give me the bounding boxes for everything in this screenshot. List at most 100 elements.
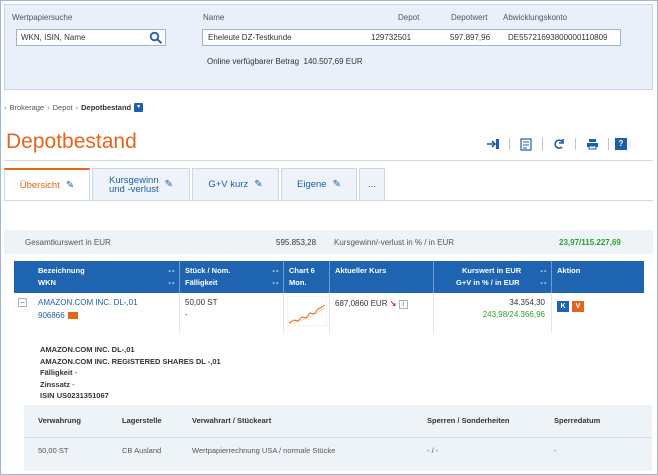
- toolbar-divider: [542, 138, 543, 150]
- col-chart-label-2: Mon.: [289, 278, 307, 287]
- export-csv-icon[interactable]: [516, 136, 536, 152]
- col-gv-label: G+V in % / in EUR: [456, 278, 520, 287]
- sort-icon[interactable]: - -: [272, 266, 278, 275]
- chevron-right-icon: ›: [4, 103, 7, 112]
- breadcrumb-current: Depotbestand: [81, 103, 132, 112]
- tab-uebersicht[interactable]: Übersicht ✎: [4, 168, 90, 200]
- gv-label: Kursgewinn/-verlust in % / in EUR: [334, 238, 455, 247]
- pencil-icon[interactable]: ✎: [66, 180, 74, 191]
- security-name-link[interactable]: AMAZON.COM INC. DL-,01: [38, 298, 138, 307]
- account-selector[interactable]: Eheleute DZ-Testkunde 129732501 597.897,…: [202, 29, 621, 46]
- custody-lagerstelle: CB Ausland: [122, 446, 162, 455]
- title-divider: [4, 160, 653, 161]
- chevron-right-icon: ›: [47, 103, 50, 112]
- detail-interest-label: Zinssatz: [40, 379, 71, 389]
- page-toolbar: ?: [483, 135, 627, 153]
- maturity: -: [185, 310, 188, 319]
- toolbar-divider: [509, 138, 510, 150]
- toolbar-divider: [575, 138, 576, 150]
- collapse-icon[interactable]: −: [18, 298, 27, 307]
- available-value: 140.507,69 EUR: [303, 57, 363, 66]
- col-chart-label: Chart 6: [289, 266, 315, 275]
- tab-more[interactable]: ...: [359, 168, 385, 200]
- detail-full-name: AMAZON.COM INC. REGISTERED SHARES DL -,0…: [40, 356, 221, 366]
- dropdown-icon[interactable]: ▾: [134, 103, 144, 112]
- pencil-icon[interactable]: ✎: [165, 179, 173, 190]
- tab-label: Eigene: [297, 179, 327, 190]
- settlement-account: DE55721693800000110809: [508, 33, 608, 42]
- breadcrumb: › Brokerage › Depot › Depotbestand ▾: [4, 103, 144, 112]
- tab-kursgewinn[interactable]: Kursgewinn und -verlust ✎: [92, 168, 190, 200]
- mini-price-chart[interactable]: [287, 296, 327, 326]
- breadcrumb-depot[interactable]: Depot: [53, 103, 73, 112]
- tab-label: Übersicht: [19, 179, 60, 191]
- custody-header-lagerstelle: Lagerstelle: [122, 416, 162, 425]
- custody-header-sperrdatum: Sperredatum: [554, 416, 601, 425]
- sort-icon[interactable]: - -: [540, 278, 546, 287]
- col-stueck[interactable]: Stück / Nom. Fälligkeit - - - -: [180, 261, 284, 293]
- depot-value: 597.897,96: [450, 33, 491, 42]
- tab-eigene[interactable]: Eigene ✎: [281, 168, 357, 200]
- custody-divider: [24, 437, 652, 438]
- sort-icon[interactable]: - -: [272, 278, 278, 287]
- detail-isin-label: ISIN: [40, 391, 55, 400]
- search-icon[interactable]: [149, 31, 163, 44]
- col-aktion: Aktion: [552, 261, 644, 293]
- buy-button[interactable]: K: [557, 301, 569, 312]
- depotwert-label: Depotwert: [451, 13, 488, 22]
- tab-label: Kursgewinn und -verlust: [109, 175, 159, 194]
- col-kurswert[interactable]: Kurswert in EUR G+V in % / in EUR - - - …: [434, 261, 552, 293]
- tab-gv-kurz[interactable]: G+V kurz ✎: [192, 168, 279, 200]
- view-tabs: Übersicht ✎ Kursgewinn und -verlust ✎ G+…: [4, 168, 387, 200]
- cell-bezeichnung: − AMAZON.COM INC. DL-,01 906866: [14, 293, 180, 333]
- settlement-account-label: Abwicklungskonto: [503, 13, 568, 22]
- col-bezeichnung[interactable]: Bezeichnung WKN - - - -: [14, 261, 180, 293]
- col-faelligkeit-label: Fälligkeit: [185, 278, 218, 287]
- current-price: 687,0860 EUR: [335, 299, 388, 308]
- transfer-icon[interactable]: [483, 136, 503, 152]
- account-name: Eheleute DZ-Testkunde: [208, 33, 292, 42]
- depot-label: Depot: [398, 13, 420, 22]
- custody-sperrdatum: -: [554, 446, 557, 455]
- news-icon[interactable]: [67, 312, 78, 320]
- print-icon[interactable]: [582, 136, 602, 152]
- sort-icon[interactable]: - -: [168, 278, 174, 287]
- col-kurs-label: Aktueller Kurs: [335, 266, 387, 275]
- custody-table: Verwahrung Lagerstelle Verwahrart / Stüc…: [24, 405, 652, 471]
- search-input[interactable]: [17, 30, 145, 45]
- pencil-icon[interactable]: ✎: [254, 179, 262, 190]
- search-label: Wertpapiersuche: [12, 13, 73, 22]
- market-value: 34.354,30: [509, 298, 545, 307]
- toolbar-divider: [608, 138, 609, 150]
- total-label: Gesamtkurswert in EUR: [25, 238, 111, 247]
- tab-label: G+V kurz: [208, 179, 249, 190]
- help-icon[interactable]: ?: [615, 138, 627, 150]
- col-kurswert-label: Kurswert in EUR: [462, 266, 522, 275]
- col-kurs: Aktueller Kurs: [330, 261, 434, 293]
- depot-number: 129732501: [371, 33, 412, 42]
- tab-label: ...: [368, 179, 376, 190]
- col-chart: Chart 6 Mon.: [284, 261, 330, 293]
- page-title: Depotbestand: [6, 130, 137, 153]
- account-header-panel: Wertpapiersuche Name Depot Depotwert Abw…: [4, 4, 653, 90]
- security-search[interactable]: [16, 29, 166, 46]
- refresh-icon[interactable]: [549, 136, 569, 152]
- trend-down-icon: ↘: [389, 299, 397, 308]
- available-label: Online verfügbarer Betrag: [207, 57, 300, 66]
- sort-icon[interactable]: - -: [168, 266, 174, 275]
- sort-icon[interactable]: - -: [540, 266, 546, 275]
- chevron-right-icon: ›: [75, 103, 79, 112]
- sell-button[interactable]: V: [572, 301, 584, 312]
- portfolio-total-row: Gesamtkurswert in EUR 595.853,28 Kursgew…: [4, 230, 653, 254]
- pencil-icon[interactable]: ✎: [333, 179, 341, 190]
- custody-verwahrart: Wertpapierrechnung USA / normale Stücke: [192, 446, 336, 455]
- gain-loss: 243,98/24.366,96: [482, 310, 545, 319]
- custody-header-verwahrart: Verwahrart / Stückeart: [192, 416, 272, 425]
- breadcrumb-brokerage[interactable]: Brokerage: [10, 103, 45, 112]
- wkn-link[interactable]: 906866: [38, 311, 65, 320]
- security-details: AMAZON.COM INC. DL-,01 AMAZON.COM INC. R…: [40, 345, 221, 403]
- custody-verwahrung: 50,00 ST: [38, 446, 69, 455]
- cell-chart: [284, 293, 330, 333]
- table-row: − AMAZON.COM INC. DL-,01 906866 50,00 ST…: [14, 293, 644, 333]
- info-icon[interactable]: i: [398, 300, 408, 309]
